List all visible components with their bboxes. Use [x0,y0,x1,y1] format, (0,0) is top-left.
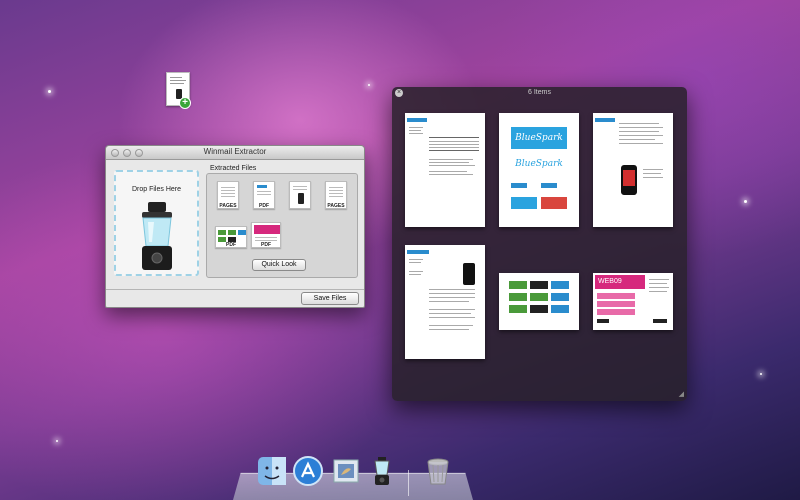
extracted-files-label: Extracted Files [210,165,257,172]
preview-tile[interactable]: BlueSpark BlueSpark [499,113,579,227]
file-type-label: PDF [226,242,236,248]
quick-look-button[interactable]: Quick Look [252,259,306,271]
mail-icon[interactable] [330,455,362,487]
dock-separator [408,470,409,496]
file-type-label: PAGES [327,203,345,209]
window-title: Winmail Extractor [203,147,267,156]
web09-banner: WEB09 [595,275,645,289]
drop-zone[interactable]: Drop Files Here [114,170,199,276]
app-store-icon[interactable] [292,455,324,487]
blender-icon [142,202,172,270]
extracted-file-pages[interactable]: PAGES [325,181,347,209]
save-files-button[interactable]: Save Files [301,292,359,305]
wallpaper-star [760,373,762,375]
extracted-file-pdf[interactable]: PDF [215,226,247,248]
iphone-image [621,165,637,195]
quick-look-panel: × 6 Items BlueSpark BlueSpark WEB09 ◢ [392,87,687,401]
drop-label: Drop Files Here [131,186,181,193]
extracted-file-pdf[interactable]: PDF [253,181,275,209]
winmail-extractor-window: Winmail Extractor Drop Files Here Extrac… [105,145,365,308]
window-titlebar[interactable]: Winmail Extractor [106,146,364,160]
extracted-files-panel: PAGES PDF PAGES PDF PDF Quick Look [206,173,358,278]
file-type-label: PDF [259,203,269,209]
divider [106,289,364,290]
extracted-file-pages[interactable]: PAGES [217,181,239,209]
preview-tile[interactable] [405,245,485,359]
add-badge-icon: + [179,97,191,109]
winmail-extractor-icon[interactable] [366,455,398,487]
resize-grip-icon[interactable]: ◢ [679,390,684,398]
bluespark-wordmark: BlueSpark [515,159,563,169]
wallpaper-star [744,200,747,203]
bluespark-logo: BlueSpark [511,127,567,149]
extracted-file-image[interactable] [289,181,311,209]
wallpaper-star [368,84,370,86]
file-type-label: PDF [261,242,271,248]
preview-tile[interactable]: WEB09 [593,273,673,330]
wallpaper-star [56,440,58,442]
finder-icon[interactable] [256,455,288,487]
extracted-file-pdf[interactable]: PDF [251,222,281,248]
quick-look-title: 6 Items [528,89,551,96]
file-type-label: PAGES [219,203,237,209]
preview-tile[interactable] [593,113,673,227]
preview-tile[interactable] [405,113,485,227]
preview-tile[interactable] [499,273,579,330]
trash-icon[interactable] [422,455,454,487]
wallpaper-star [48,90,51,93]
